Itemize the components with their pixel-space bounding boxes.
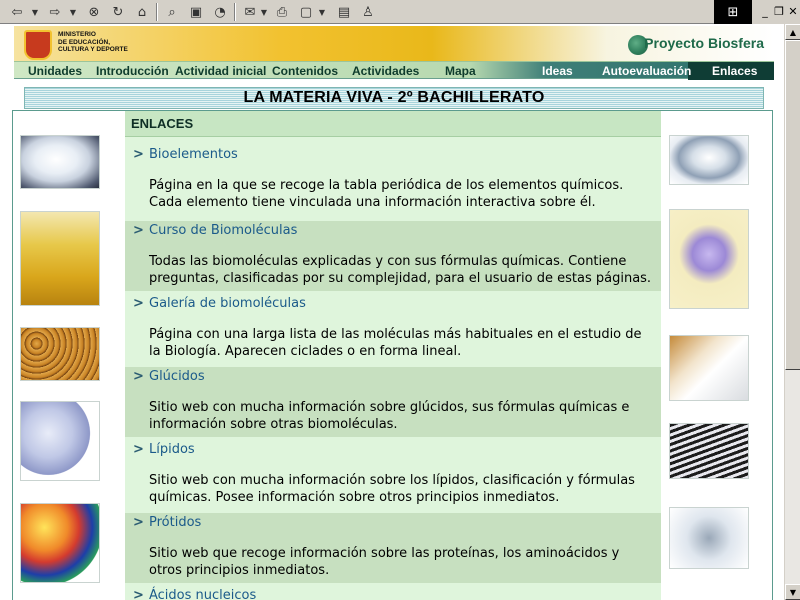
browser-toolbar: ⇦ ▼ ⇨ ▼ ⊗ ↻ ⌂ ⌕ ▣ ◔ ✉ ▼ ⎙ ▢ ▼ ▤ ♙ ⊞ _ ❐ … [0, 0, 800, 24]
favorites-icon[interactable]: ▣ [186, 3, 206, 21]
salt-crystal-image [20, 135, 100, 189]
forward-icon[interactable]: ⇨ [44, 3, 66, 21]
list-item: > Bioelementos Página en la que se recog… [125, 145, 661, 217]
left-image-column [13, 111, 124, 600]
nav-enlaces[interactable]: Enlaces [712, 62, 757, 80]
search-icon[interactable]: ⌕ [162, 3, 182, 21]
forward-dropdown-icon[interactable]: ▼ [68, 3, 78, 21]
main-nav: Unidades Introducción Actividad inicial … [14, 61, 774, 80]
list-item: > Ácidos nucleicos [125, 586, 661, 600]
nav-actividades[interactable]: Actividades [352, 62, 419, 80]
link-protidos[interactable]: Prótidos [149, 515, 201, 530]
edit-dropdown-icon[interactable]: ▼ [318, 3, 326, 21]
sugar-cubes-image [669, 335, 749, 401]
link-description: Página en la que se recoge la tabla peri… [149, 178, 624, 210]
stop-icon[interactable]: ⊗ [84, 3, 104, 21]
list-item: > Curso de Biomoléculas Todas las biomol… [125, 221, 661, 291]
back-icon[interactable]: ⇦ [6, 3, 28, 21]
protein-structure-image [20, 401, 100, 481]
link-acidos-nucleicos[interactable]: Ácidos nucleicos [149, 588, 256, 600]
page: MINISTERIO DE EDUCACIÓN, CULTURA Y DEPOR… [0, 24, 784, 600]
minimize-icon[interactable]: _ [758, 4, 772, 18]
nav-mapa[interactable]: Mapa [445, 62, 476, 80]
spain-coat-of-arms-icon [24, 30, 52, 60]
toolbar-separator [156, 3, 158, 21]
scroll-down-icon[interactable]: ▼ [785, 584, 800, 600]
link-description: Sitio web con mucha información sobre lo… [149, 473, 635, 505]
chevron-right-icon: > [133, 223, 144, 238]
link-curso-biomoleculas[interactable]: Curso de Biomoléculas [149, 223, 297, 238]
chevron-right-icon: > [133, 588, 144, 600]
vertical-scrollbar[interactable]: ▲ ▼ [784, 24, 800, 600]
link-description: Página con una larga lista de las molécu… [149, 327, 642, 359]
header-banner: MINISTERIO DE EDUCACIÓN, CULTURA Y DEPOR… [14, 26, 774, 66]
nav-contenidos[interactable]: Contenidos [272, 62, 338, 80]
windows-logo-icon: ⊞ [714, 0, 752, 24]
water-ripple-image [669, 135, 749, 185]
print-icon[interactable]: ⎙ [272, 3, 292, 21]
section-heading: ENLACES [125, 111, 661, 137]
page-title: LA MATERIA VIVA - 2º BACHILLERATO [243, 89, 545, 106]
nav-ideas[interactable]: Ideas [542, 62, 573, 80]
atom-model-image [669, 507, 749, 569]
link-bioelementos[interactable]: Bioelementos [149, 147, 238, 162]
brand-title[interactable]: Proyecto Biosfera [644, 35, 764, 51]
honeycomb-image [20, 327, 100, 381]
mail-dropdown-icon[interactable]: ▼ [260, 3, 268, 21]
nav-introduccion[interactable]: Introducción [96, 62, 169, 80]
nav-autoevaluacion[interactable]: Autoevaluación [602, 62, 691, 80]
link-glucidos[interactable]: Glúcidos [149, 369, 205, 384]
list-item: > Prótidos Sitio web que recoge informac… [125, 513, 661, 583]
scroll-thumb[interactable] [785, 40, 800, 370]
scroll-up-icon[interactable]: ▲ [785, 24, 800, 40]
title-bar: LA MATERIA VIVA - 2º BACHILLERATO [14, 87, 774, 109]
list-item: > Galería de biomoléculas Página con una… [125, 294, 661, 364]
back-dropdown-icon[interactable]: ▼ [30, 3, 40, 21]
links-panel: ENLACES > Bioelementos Página en la que … [125, 111, 661, 600]
edit-icon[interactable]: ▢ [296, 3, 316, 21]
nav-unidades[interactable]: Unidades [28, 62, 82, 80]
dna-strand-image [669, 423, 749, 479]
link-galeria-biomoleculas[interactable]: Galería de biomoléculas [149, 296, 306, 311]
restore-icon[interactable]: ❐ [772, 4, 786, 18]
molecule-helix-image [669, 209, 749, 309]
ministry-label: MINISTERIO DE EDUCACIÓN, CULTURA Y DEPOR… [58, 31, 128, 53]
nav-actividad-inicial[interactable]: Actividad inicial [175, 62, 266, 80]
link-description: Sitio web con mucha información sobre gl… [149, 400, 630, 432]
chevron-right-icon: > [133, 515, 144, 530]
chevron-right-icon: > [133, 369, 144, 384]
chevron-right-icon: > [133, 296, 144, 311]
chevron-right-icon: > [133, 442, 144, 457]
list-item: > Lípidos Sitio web con mucha informació… [125, 440, 661, 510]
history-icon[interactable]: ◔ [210, 3, 230, 21]
close-icon[interactable]: ✕ [786, 4, 800, 18]
link-lipidos[interactable]: Lípidos [149, 442, 195, 457]
oil-drop-image [20, 211, 100, 306]
chevron-right-icon: > [133, 147, 144, 162]
toolbar-separator [234, 3, 236, 21]
content-frame: ENLACES > Bioelementos Página en la que … [12, 110, 773, 600]
link-description: Todas las biomoléculas explicadas y con … [149, 254, 652, 286]
refresh-icon[interactable]: ↻ [108, 3, 128, 21]
list-item: > Glúcidos Sitio web con mucha informaci… [125, 367, 661, 437]
mail-icon[interactable]: ✉ [240, 3, 260, 21]
window-controls: ⊞ _ ❐ ✕ [714, 0, 800, 24]
right-image-column [661, 111, 772, 600]
link-description: Sitio web que recoge información sobre l… [149, 546, 620, 578]
page-icon[interactable]: ▤ [334, 3, 354, 21]
home-icon[interactable]: ⌂ [132, 3, 152, 21]
messenger-icon[interactable]: ♙ [358, 3, 378, 21]
virus-model-image [20, 503, 100, 583]
